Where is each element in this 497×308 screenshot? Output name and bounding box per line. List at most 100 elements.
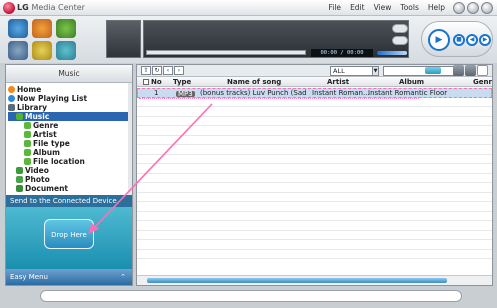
song-table-body: 1 MP3 (bonus tracks) Luv Punch (Sad Inst… <box>137 88 492 274</box>
table-row[interactable] <box>137 193 492 202</box>
tree-item-music[interactable]: Music <box>8 112 132 121</box>
volume-slider[interactable] <box>377 51 407 55</box>
table-row[interactable] <box>137 183 492 193</box>
now-playing-icon <box>8 95 15 102</box>
scrollbar-thumb[interactable] <box>147 278 447 283</box>
search-input[interactable] <box>383 66 457 76</box>
tree-item-label: File location <box>33 157 85 166</box>
next-button[interactable]: ▶ <box>479 34 491 46</box>
status-bar <box>40 290 462 302</box>
table-row[interactable] <box>137 136 492 145</box>
filter-select[interactable]: ALL <box>330 66 378 76</box>
refresh-icon[interactable]: ↻ <box>152 66 162 75</box>
table-row[interactable]: 1 MP3 (bonus tracks) Luv Punch (Sad Inst… <box>137 88 492 98</box>
menu-bar: File Edit View Tools Help <box>329 3 446 12</box>
select-all-checkbox[interactable] <box>143 79 149 85</box>
column-name[interactable]: Name of song <box>227 78 281 86</box>
selection-marquee <box>139 98 419 99</box>
menu-help[interactable]: Help <box>428 3 445 12</box>
table-row[interactable] <box>137 240 492 250</box>
cell-type: MP3 <box>176 89 195 98</box>
home-icon <box>8 86 15 93</box>
column-type[interactable]: Type <box>173 78 191 86</box>
library-panel-header: Music <box>6 65 132 83</box>
tree-item-label: Now Playing List <box>17 94 88 103</box>
chevron-down-icon[interactable]: ▼ <box>372 66 379 76</box>
table-row[interactable] <box>137 250 492 259</box>
search-button[interactable] <box>425 67 441 74</box>
tree-item-label: Photo <box>25 175 50 184</box>
tree-item-label: Document <box>25 184 68 193</box>
app-logo-text: LG <box>17 3 29 12</box>
tree-item-video[interactable]: Video <box>8 166 132 175</box>
tree-item-photo[interactable]: Photo <box>8 175 132 184</box>
tree-item-label: Music <box>25 112 50 121</box>
tree-item-file-location[interactable]: File location <box>8 157 132 166</box>
minimize-button[interactable] <box>453 2 465 14</box>
tree-scrollbar[interactable] <box>128 83 132 195</box>
device-drop-target[interactable]: Drop Here <box>44 219 94 249</box>
table-row[interactable] <box>137 164 492 174</box>
list-view-icon[interactable] <box>453 65 464 76</box>
tree-item-library[interactable]: Library <box>8 103 132 112</box>
play-button[interactable]: ▶ <box>428 29 450 51</box>
shuffle-toggle[interactable] <box>392 36 408 45</box>
tree-item-now-playing-list[interactable]: Now Playing List <box>8 94 132 103</box>
tree-item-genre[interactable]: Genre <box>8 121 132 130</box>
send-to-device-title: Send to the Connected Device <box>6 195 132 207</box>
forward-icon[interactable]: › <box>174 66 184 75</box>
column-no[interactable]: No <box>143 78 162 86</box>
menu-tools[interactable]: Tools <box>400 3 418 12</box>
table-row[interactable] <box>137 174 492 183</box>
table-row[interactable] <box>137 145 492 155</box>
menu-file[interactable]: File <box>329 3 342 12</box>
menu-view[interactable]: View <box>374 3 392 12</box>
tree-item-label: Library <box>17 103 48 112</box>
repeat-toggle[interactable] <box>392 24 408 33</box>
column-album[interactable]: Album <box>399 78 424 86</box>
tree-item-home[interactable]: Home <box>8 85 132 94</box>
thumbnail-view-icon[interactable] <box>477 65 488 76</box>
expand-icon[interactable]: ⌃ <box>120 269 126 285</box>
table-header: No Type Name of song Artist Album Genre <box>137 77 492 87</box>
genre-icon <box>24 122 31 129</box>
quick-launch-icons <box>8 19 79 62</box>
horizontal-scrollbar[interactable] <box>137 275 492 285</box>
document-tool-icon[interactable] <box>32 41 52 60</box>
player-toolbar: 00:00 / 00:00 ▶ ■ ◀ ▶ <box>0 16 497 63</box>
stop-button[interactable]: ■ <box>453 34 465 46</box>
back-icon[interactable]: ‹ <box>163 66 173 75</box>
tree-item-file-type[interactable]: File type <box>8 139 132 148</box>
list-toolbar: ⇧ ↻ ‹ › ALL ▼ <box>137 65 492 77</box>
table-row[interactable] <box>137 221 492 231</box>
maximize-button[interactable] <box>467 2 479 14</box>
table-row[interactable] <box>137 231 492 240</box>
table-row[interactable] <box>137 212 492 221</box>
column-genre[interactable]: Genre <box>473 78 492 86</box>
seek-bar[interactable] <box>146 50 306 55</box>
up-folder-icon[interactable]: ⇧ <box>141 66 151 75</box>
tree-item-artist[interactable]: Artist <box>8 130 132 139</box>
table-row[interactable] <box>137 202 492 212</box>
detail-view-icon[interactable] <box>465 65 476 76</box>
table-row[interactable] <box>137 107 492 117</box>
table-row[interactable] <box>137 126 492 136</box>
table-row[interactable] <box>137 117 492 126</box>
music-icon <box>16 113 23 120</box>
tree-item-document[interactable]: Document <box>8 184 132 193</box>
photo-tool-icon[interactable] <box>56 19 76 38</box>
video-tool-icon[interactable] <box>32 19 52 38</box>
tree-item-label: Video <box>25 166 49 175</box>
tree-item-album[interactable]: Album <box>8 148 132 157</box>
settings-tool-icon[interactable] <box>56 41 76 60</box>
library-icon <box>8 104 15 111</box>
easy-menu-bar[interactable]: Easy Menu ⌃ <box>6 269 132 285</box>
table-row[interactable] <box>137 155 492 164</box>
close-button[interactable] <box>481 2 493 14</box>
device-tool-icon[interactable] <box>8 41 28 60</box>
file-type-icon <box>24 140 31 147</box>
column-artist[interactable]: Artist <box>327 78 349 86</box>
music-tool-icon[interactable] <box>8 19 28 38</box>
menu-edit[interactable]: Edit <box>350 3 365 12</box>
previous-button[interactable]: ◀ <box>466 34 478 46</box>
